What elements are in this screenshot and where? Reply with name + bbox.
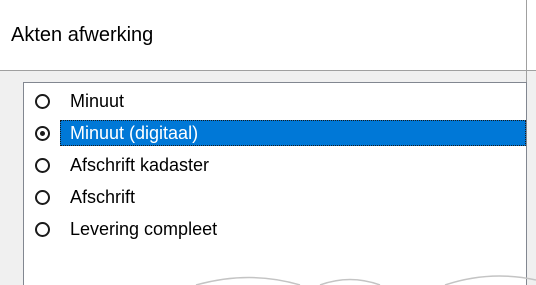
- dialog-title: Akten afwerking: [11, 24, 154, 46]
- header-divider: [0, 70, 536, 71]
- radio-button-levering-compleet[interactable]: [35, 222, 50, 237]
- option-label: Minuut (digitaal): [70, 123, 199, 143]
- option-label: Afschrift: [70, 187, 136, 207]
- radio-button-minuut-digitaal[interactable]: [35, 126, 50, 141]
- radio-button-minuut[interactable]: [35, 94, 50, 109]
- option-label: Levering compleet: [70, 219, 218, 239]
- option-levering-compleet[interactable]: Levering compleet: [24, 215, 526, 243]
- radio-button-afschrift-kadaster[interactable]: [35, 158, 50, 173]
- radio-button-afschrift[interactable]: [35, 190, 50, 205]
- option-afschrift-kadaster[interactable]: Afschrift kadaster: [24, 151, 526, 179]
- dialog-window: Akten afwerking Minuut Minuut (digitaal)…: [0, 0, 536, 285]
- option-label: Afschrift kadaster: [70, 155, 210, 175]
- option-afschrift[interactable]: Afschrift: [24, 183, 526, 211]
- option-minuut-digitaal[interactable]: Minuut (digitaal): [24, 119, 526, 147]
- options-list[interactable]: Minuut Minuut (digitaal) Afschrift kadas…: [23, 82, 527, 285]
- option-label: Minuut: [70, 91, 125, 111]
- radio-checked-dot-icon: [40, 131, 45, 136]
- option-minuut[interactable]: Minuut: [24, 87, 526, 115]
- dialog-header: Akten afwerking: [0, 0, 536, 70]
